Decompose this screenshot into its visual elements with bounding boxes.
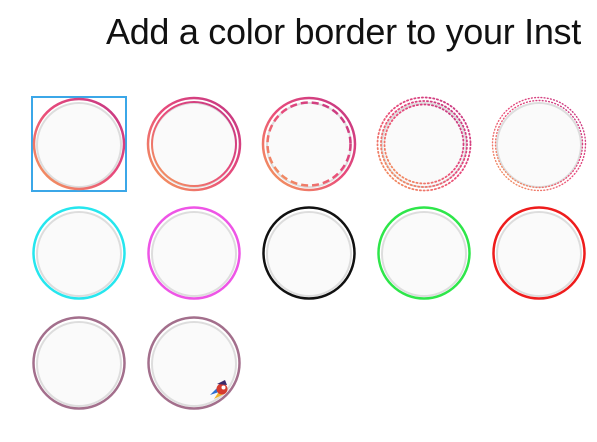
border-option-gradient-ring[interactable] [31,96,127,192]
page: Add a color border to your Inst [0,0,597,442]
border-option-mauve-ring-with-badge[interactable] [146,315,242,411]
page-title: Add a color border to your Inst [106,11,581,52]
photo-placeholder [36,321,122,407]
gradient-dashed-ring-graphic [261,96,357,192]
mauve-ring-with-badge-graphic [147,316,241,410]
border-option-gradient-dashed-ring[interactable] [261,96,357,192]
gradient-dotted-ring-graphic [376,96,472,192]
photo-placeholder [36,102,122,188]
border-option-magenta-ring[interactable] [146,205,242,301]
black-ring-graphic [262,206,356,300]
border-option-mauve-ring[interactable] [31,315,127,411]
border-option-green-ring[interactable] [376,205,472,301]
photo-placeholder [151,211,237,297]
gradient-fine-dotted-ring-graphic [491,96,587,192]
photo-placeholder [496,102,582,188]
photo-placeholder [381,211,467,297]
border-option-cyan-ring[interactable] [31,205,127,301]
cyan-ring-graphic [32,206,126,300]
border-option-black-ring[interactable] [261,205,357,301]
border-option-gradient-fine-dotted-ring[interactable] [491,96,587,192]
photo-placeholder [496,211,582,297]
green-ring-graphic [377,206,471,300]
red-ring-graphic [492,206,586,300]
photo-placeholder [36,211,122,297]
gradient-double-ring-graphic [146,96,242,192]
border-option-gradient-double-ring[interactable] [146,96,242,192]
magenta-ring-graphic [147,206,241,300]
mauve-ring-graphic [32,316,126,410]
gradient-ring-graphic [32,97,126,191]
border-option-gradient-dotted-ring[interactable] [376,96,472,192]
border-option-red-ring[interactable] [491,205,587,301]
photo-placeholder [266,211,352,297]
